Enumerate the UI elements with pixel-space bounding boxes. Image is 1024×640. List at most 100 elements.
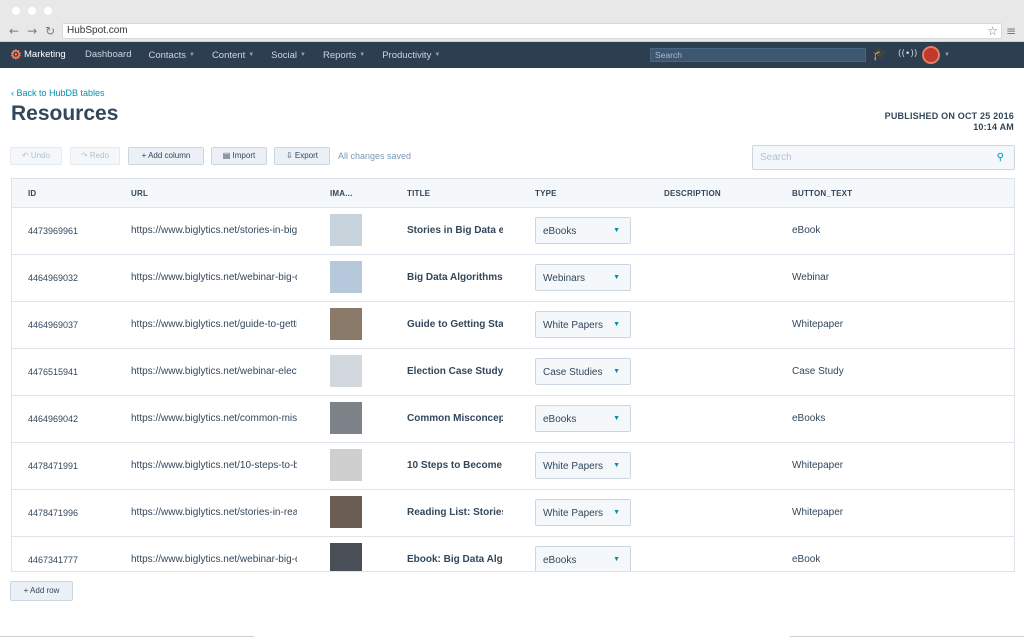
hubspot-logo-icon[interactable]: ⚙ bbox=[10, 47, 22, 63]
cell-url[interactable]: https://www.biglytics.net/common-misconc… bbox=[131, 412, 297, 425]
window-maximize-dot[interactable] bbox=[44, 7, 52, 15]
cell-id[interactable]: 4478471991 bbox=[28, 460, 78, 473]
cell-id[interactable]: 4478471996 bbox=[28, 507, 78, 520]
column-header[interactable]: ID bbox=[28, 189, 36, 199]
type-select[interactable]: eBooks ▼ bbox=[535, 405, 631, 432]
table-row[interactable]: 4464969042 https://www.biglytics.net/comm… bbox=[12, 396, 1014, 443]
nav-item-reports[interactable]: Reports ▼ bbox=[323, 49, 365, 62]
type-select-value: eBooks bbox=[543, 555, 577, 566]
nav-item-label: Social bbox=[271, 50, 298, 61]
cell-image-thumbnail[interactable] bbox=[330, 355, 362, 387]
redo-button[interactable]: ↷ Redo bbox=[70, 147, 120, 165]
table-row[interactable]: 4476515941 https://www.biglytics.net/webi… bbox=[12, 349, 1014, 396]
cell-url[interactable]: https://www.biglytics.net/stories-in-big… bbox=[131, 224, 297, 237]
reload-icon[interactable]: ↻ bbox=[45, 24, 55, 38]
cell-url[interactable]: https://www.biglytics.net/webinar-electi… bbox=[131, 365, 297, 378]
cell-button-text[interactable]: Webinar bbox=[792, 271, 829, 284]
cell-button-text[interactable]: eBooks bbox=[792, 412, 825, 425]
type-select[interactable]: Case Studies ▼ bbox=[535, 358, 631, 385]
add-row-button[interactable]: + Add row bbox=[10, 581, 73, 601]
nav-item-contacts[interactable]: Contacts ▼ bbox=[148, 49, 194, 62]
cell-url[interactable]: https://www.biglytics.net/webinar-big-da… bbox=[131, 271, 297, 284]
cell-image-thumbnail[interactable] bbox=[330, 402, 362, 434]
cell-url[interactable]: https://www.biglytics.net/10-steps-to-be… bbox=[131, 459, 297, 472]
cell-id[interactable]: 4467341777 bbox=[28, 554, 78, 567]
cell-title[interactable]: Stories in Big Data e bbox=[407, 224, 503, 237]
cell-button-text[interactable]: Whitepaper bbox=[792, 459, 843, 472]
chevron-down-icon: ▼ bbox=[434, 52, 441, 58]
column-header[interactable]: DESCRIPTION bbox=[664, 189, 721, 199]
type-select[interactable]: eBooks ▼ bbox=[535, 546, 631, 571]
nav-item-content[interactable]: Content ▼ bbox=[212, 49, 254, 62]
nav-item-productivity[interactable]: Productivity ▼ bbox=[382, 49, 440, 62]
cell-id[interactable]: 4464969037 bbox=[28, 319, 78, 332]
arrow-left-icon[interactable]: ← bbox=[9, 24, 19, 38]
cell-image-thumbnail[interactable] bbox=[330, 543, 362, 571]
table-row[interactable]: 4478471996 https://www.biglytics.net/stor… bbox=[12, 490, 1014, 537]
table-row[interactable]: 4464969032 https://www.biglytics.net/webi… bbox=[12, 255, 1014, 302]
cell-title[interactable]: Ebook: Big Data Alg bbox=[407, 553, 503, 566]
import-label: Import bbox=[232, 151, 256, 160]
type-select[interactable]: Webinars ▼ bbox=[535, 264, 631, 291]
type-select[interactable]: eBooks ▼ bbox=[535, 217, 631, 244]
cell-title[interactable]: Reading List: Stories bbox=[407, 506, 503, 519]
cell-button-text[interactable]: Whitepaper bbox=[792, 318, 843, 331]
table-row[interactable]: 4467341777 https://www.biglytics.net/webi… bbox=[12, 537, 1014, 571]
cell-image-thumbnail[interactable] bbox=[330, 308, 362, 340]
back-link[interactable]: ‹ Back to HubDB tables bbox=[11, 87, 105, 99]
cell-image-thumbnail[interactable] bbox=[330, 496, 362, 528]
export-button[interactable]: ⇩ Export bbox=[274, 147, 330, 165]
cell-title[interactable]: Big Data Algorithms bbox=[407, 271, 503, 284]
cell-button-text[interactable]: Whitepaper bbox=[792, 506, 843, 519]
cell-id[interactable]: 4464969032 bbox=[28, 272, 78, 285]
column-header[interactable]: IMA... bbox=[330, 189, 353, 199]
import-button[interactable]: ▤ Import bbox=[211, 147, 267, 165]
cell-id[interactable]: 4473969961 bbox=[28, 225, 78, 238]
arrow-right-icon[interactable]: → bbox=[27, 24, 37, 38]
menu-icon[interactable]: ≡ bbox=[1006, 24, 1016, 38]
star-icon[interactable]: ☆ bbox=[987, 24, 998, 38]
add-column-button[interactable]: + Add column bbox=[128, 147, 204, 165]
nav-item-social[interactable]: Social ▼ bbox=[271, 49, 306, 62]
column-header[interactable]: TITLE bbox=[407, 189, 430, 199]
cell-button-text[interactable]: Case Study bbox=[792, 365, 844, 378]
cell-image-thumbnail[interactable] bbox=[330, 449, 362, 481]
graduation-cap-icon[interactable]: 🎓 bbox=[872, 47, 887, 61]
cell-url[interactable]: https://www.biglytics.net/stories-in-rea… bbox=[131, 506, 297, 519]
cell-title[interactable]: Common Misconcep bbox=[407, 412, 503, 425]
type-select-value: White Papers bbox=[543, 508, 604, 519]
nav-brand[interactable]: Marketing bbox=[24, 49, 66, 61]
avatar[interactable] bbox=[922, 46, 940, 64]
nav-item-dashboard[interactable]: Dashboard bbox=[85, 49, 131, 62]
type-select[interactable]: White Papers ▼ bbox=[535, 452, 631, 479]
undo-button[interactable]: ↶ Undo bbox=[10, 147, 62, 165]
column-header[interactable]: TYPE bbox=[535, 189, 557, 199]
cell-title[interactable]: Guide to Getting Sta bbox=[407, 318, 503, 331]
cell-id[interactable]: 4464969042 bbox=[28, 413, 78, 426]
table-search-input[interactable]: Search ⚲ bbox=[752, 145, 1015, 170]
search-icon[interactable]: ⚲ bbox=[997, 146, 1004, 169]
cell-url[interactable]: https://www.biglytics.net/webinar-big-da… bbox=[131, 553, 297, 566]
cell-button-text[interactable]: eBook bbox=[792, 553, 820, 566]
cell-id[interactable]: 4476515941 bbox=[28, 366, 78, 379]
table-row[interactable]: 4473969961 https://www.biglytics.net/stor… bbox=[12, 208, 1014, 255]
column-header[interactable]: BUTTON_TEXT bbox=[792, 189, 852, 199]
table-row[interactable]: 4478471991 https://www.biglytics.net/10-s… bbox=[12, 443, 1014, 490]
window-minimize-dot[interactable] bbox=[28, 7, 36, 15]
cell-url[interactable]: https://www.biglytics.net/guide-to-getti… bbox=[131, 318, 297, 331]
notifications-icon[interactable]: ((•)) bbox=[898, 48, 917, 60]
type-select[interactable]: White Papers ▼ bbox=[535, 311, 631, 338]
type-select[interactable]: White Papers ▼ bbox=[535, 499, 631, 526]
address-bar[interactable]: HubSpot.com bbox=[62, 23, 1002, 39]
table-row[interactable]: 4464969037 https://www.biglytics.net/guid… bbox=[12, 302, 1014, 349]
column-header[interactable]: URL bbox=[131, 189, 148, 199]
cell-button-text[interactable]: eBook bbox=[792, 224, 820, 237]
cell-title[interactable]: Election Case Study bbox=[407, 365, 503, 378]
window-close-dot[interactable] bbox=[12, 7, 20, 15]
chevron-down-icon[interactable]: ▼ bbox=[944, 52, 950, 58]
cell-image-thumbnail[interactable] bbox=[330, 261, 362, 293]
cell-title[interactable]: 10 Steps to Become bbox=[407, 459, 503, 472]
browser-nav-buttons: ← → ↻ bbox=[9, 24, 55, 38]
cell-image-thumbnail[interactable] bbox=[330, 214, 362, 246]
nav-search-input[interactable]: Search bbox=[650, 48, 866, 62]
